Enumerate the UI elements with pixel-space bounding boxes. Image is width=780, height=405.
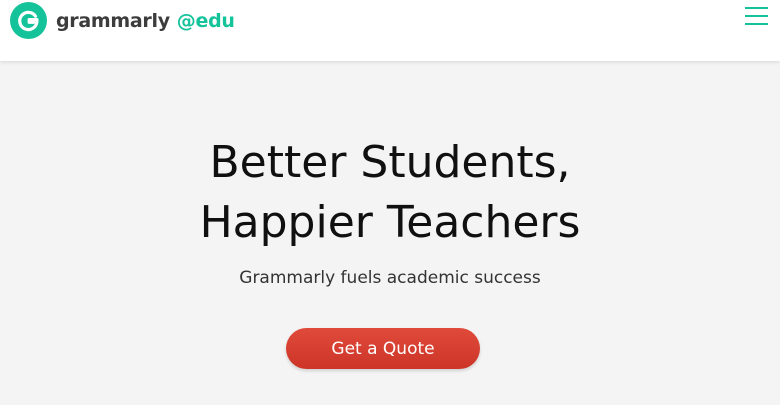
brand-name: grammarly: [56, 9, 170, 32]
headline-line-2: Happier Teachers: [199, 197, 581, 248]
hamburger-menu-icon[interactable]: [745, 7, 768, 26]
site-header: grammarly @edu: [0, 0, 780, 61]
hero-section: Better Students, Happier Teachers Gramma…: [0, 61, 780, 405]
hero-headline: Better Students, Happier Teachers: [0, 133, 780, 253]
hero-subheadline: Grammarly fuels academic success: [239, 268, 541, 288]
headline-line-1: Better Students,: [209, 137, 571, 188]
brand-suffix: @edu: [176, 9, 235, 32]
grammarly-logo-icon: [10, 2, 47, 39]
get-a-quote-button[interactable]: Get a Quote: [286, 328, 480, 369]
home-logo-link[interactable]: grammarly @edu: [10, 2, 235, 39]
